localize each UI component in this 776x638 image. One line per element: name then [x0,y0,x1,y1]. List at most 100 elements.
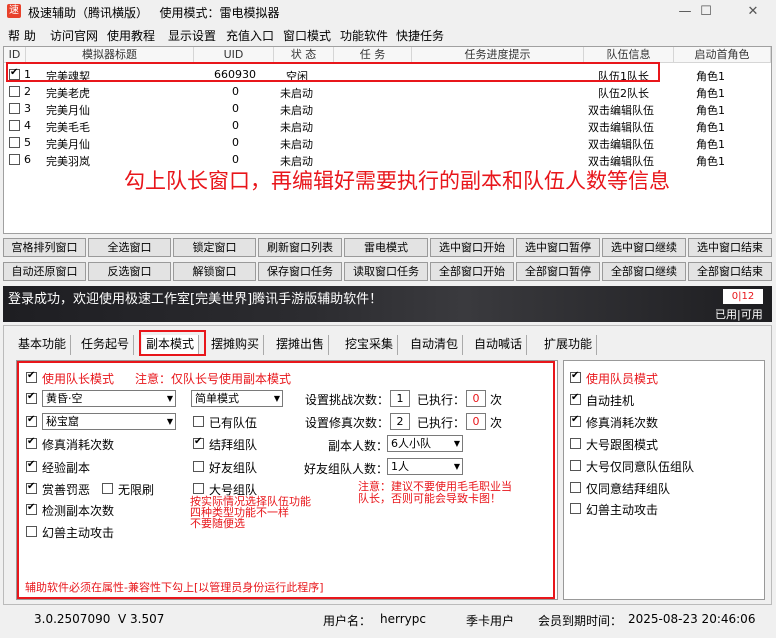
menu-website[interactable]: 访问官网 [50,27,98,44]
tab-dig-gather[interactable]: 挖宝采集 [341,335,399,355]
menu-software[interactable]: 功能软件 [340,27,388,44]
table-row[interactable]: 2 完美老虎 0 未启动 队伍2队长 角色1 [4,83,771,100]
row-id: 6 [24,153,31,166]
row-title: 完美月仙 [46,104,90,117]
difficulty-select[interactable]: 简单模式 [191,390,283,407]
table-row[interactable]: 4 完美毛毛 0 未启动 双击编辑队伍 角色1 [4,117,771,134]
row-role: 角色1 [696,155,725,168]
selected-resume-button[interactable]: 选中窗口继续 [602,238,686,257]
row-checkbox[interactable] [9,103,20,114]
all-resume-button[interactable]: 全部窗口继续 [602,262,686,281]
done2-label: 已执行： [417,416,466,430]
all-start-button[interactable]: 全部窗口开始 [430,262,514,281]
friend-label: 好友组队 [209,461,258,475]
existing-team-label: 已有队伍 [209,416,258,430]
emulator-list[interactable]: ID 模拟器标题 UID 状 态 任 务 任务进度提示 队伍信息 启动首角色 1… [3,46,772,234]
table-row[interactable]: 5 完美月仙 0 未启动 双击编辑队伍 角色1 [4,134,771,151]
row-status: 未启动 [280,138,313,151]
selected-start-button[interactable]: 选中窗口开始 [430,238,514,257]
tab-extend[interactable]: 扩展功能 [540,335,598,355]
ld-mode-button[interactable]: 雷电模式 [344,238,428,257]
menu-display[interactable]: 显示设置 [168,27,216,44]
unlimited-label: 无限刷 [118,483,155,497]
members-select[interactable]: 6人小队 [387,435,463,452]
refresh-list-button[interactable]: 刷新窗口列表 [258,238,342,257]
usage-counter: 0|12 [723,289,763,304]
row-role: 角色1 [696,104,725,117]
row-checkbox[interactable] [9,120,20,131]
menu-bar: 帮 助 访问官网 使用教程 显示设置 充值入口 窗口模式 功能软件 快捷任务 [0,24,776,44]
col-id[interactable]: ID [4,47,26,63]
row-uid: 0 [232,85,239,98]
leader-note: 注意：仅队长号使用副本模式 [135,372,292,386]
col-task[interactable]: 任 务 [334,47,412,63]
grid-arrange-button[interactable]: 宫格排列窗口 [3,238,86,257]
tab-basic[interactable]: 基本功能 [14,335,72,355]
row-team: 双击编辑队伍 [588,121,654,134]
menu-tutorial[interactable]: 使用教程 [107,27,155,44]
row-checkbox[interactable] [9,154,20,165]
selected-stop-button[interactable]: 选中窗口结束 [688,238,772,257]
highlight-box [6,62,660,82]
col-role[interactable]: 启动首角色 [674,47,771,63]
sworn-label: 结拜组队 [209,438,258,452]
tab-auto-shout[interactable]: 自动喊话 [470,335,528,355]
row-title: 完美羽岚 [46,155,90,168]
menu-recharge[interactable]: 充值入口 [226,27,274,44]
selected-pause-button[interactable]: 选中窗口暂停 [516,238,600,257]
all-pause-button[interactable]: 全部窗口暂停 [516,262,600,281]
dungeon1-select[interactable]: 黄昏·空 [42,390,176,407]
challenge-input[interactable]: 1 [390,390,410,407]
col-uid[interactable]: UID [194,47,274,63]
auto-restore-button[interactable]: 自动还原窗口 [3,262,86,281]
done1-input[interactable]: 0 [466,390,486,407]
unlock-window-button[interactable]: 解锁窗口 [173,262,256,281]
col-title[interactable]: 模拟器标题 [26,47,194,63]
repair-input[interactable]: 2 [390,413,410,430]
phantom-label: 幻兽主动攻击 [42,526,115,540]
unit2-label: 次 [490,416,503,430]
select-all-button[interactable]: 全选窗口 [88,238,171,257]
exp-label: 经验副本 [42,461,91,475]
expire-time: 2025-08-23 20:46:06 [628,612,756,626]
app-icon: 速 [7,4,21,18]
row-team: 双击编辑队伍 [588,138,654,151]
tab-stall-buy[interactable]: 摆摊购买 [207,335,265,355]
table-row[interactable]: 3 完美月仙 0 未启动 双击编辑队伍 角色1 [4,100,771,117]
done2-input[interactable]: 0 [466,413,486,430]
save-task-button[interactable]: 保存窗口任务 [258,262,342,281]
row-status: 未启动 [280,87,313,100]
row-checkbox[interactable] [9,137,20,148]
col-status[interactable]: 状 态 [274,47,334,63]
col-progress[interactable]: 任务进度提示 [412,47,584,63]
close-button[interactable]: ✕ [730,0,776,24]
friend-members-select[interactable]: 1人 [387,458,463,475]
row-id: 5 [24,136,31,149]
user-label: 用户名： [323,614,372,628]
lock-window-button[interactable]: 锁定窗口 [173,238,256,257]
dungeon2-select[interactable]: 秘宝窟 [42,413,176,430]
tab-start-account[interactable]: 任务起号 [77,335,135,355]
maximize-button[interactable]: ☐ [684,0,728,24]
menu-window-mode[interactable]: 窗口模式 [283,27,331,44]
member-phantom-label: 幻兽主动攻击 [586,503,659,517]
tab-stall-sell[interactable]: 摆摊出售 [272,335,330,355]
member-expend-label: 修真消耗次数 [586,416,659,430]
load-task-button[interactable]: 读取窗口任务 [344,262,428,281]
col-team[interactable]: 队伍信息 [584,47,674,63]
row-checkbox[interactable] [9,86,20,97]
table-row[interactable]: 6 完美羽岚 0 未启动 双击编辑队伍 角色1 [4,151,771,168]
follow-map-label: 大号跟图模式 [586,438,659,452]
row-uid: 0 [232,136,239,149]
row-id: 4 [24,119,31,132]
row-title: 完美毛毛 [46,121,90,134]
menu-help[interactable]: 帮 助 [8,27,36,44]
all-stop-button[interactable]: 全部窗口结束 [688,262,772,281]
tab-auto-clear[interactable]: 自动清包 [406,335,464,355]
friend-members-label: 好友组队人数： [304,462,389,476]
row-title: 完美老虎 [46,87,90,100]
challenge-label: 设置挑战次数： [305,393,390,407]
row-id: 2 [24,85,31,98]
invert-select-button[interactable]: 反选窗口 [88,262,171,281]
menu-quick-task[interactable]: 快捷任务 [396,27,444,44]
